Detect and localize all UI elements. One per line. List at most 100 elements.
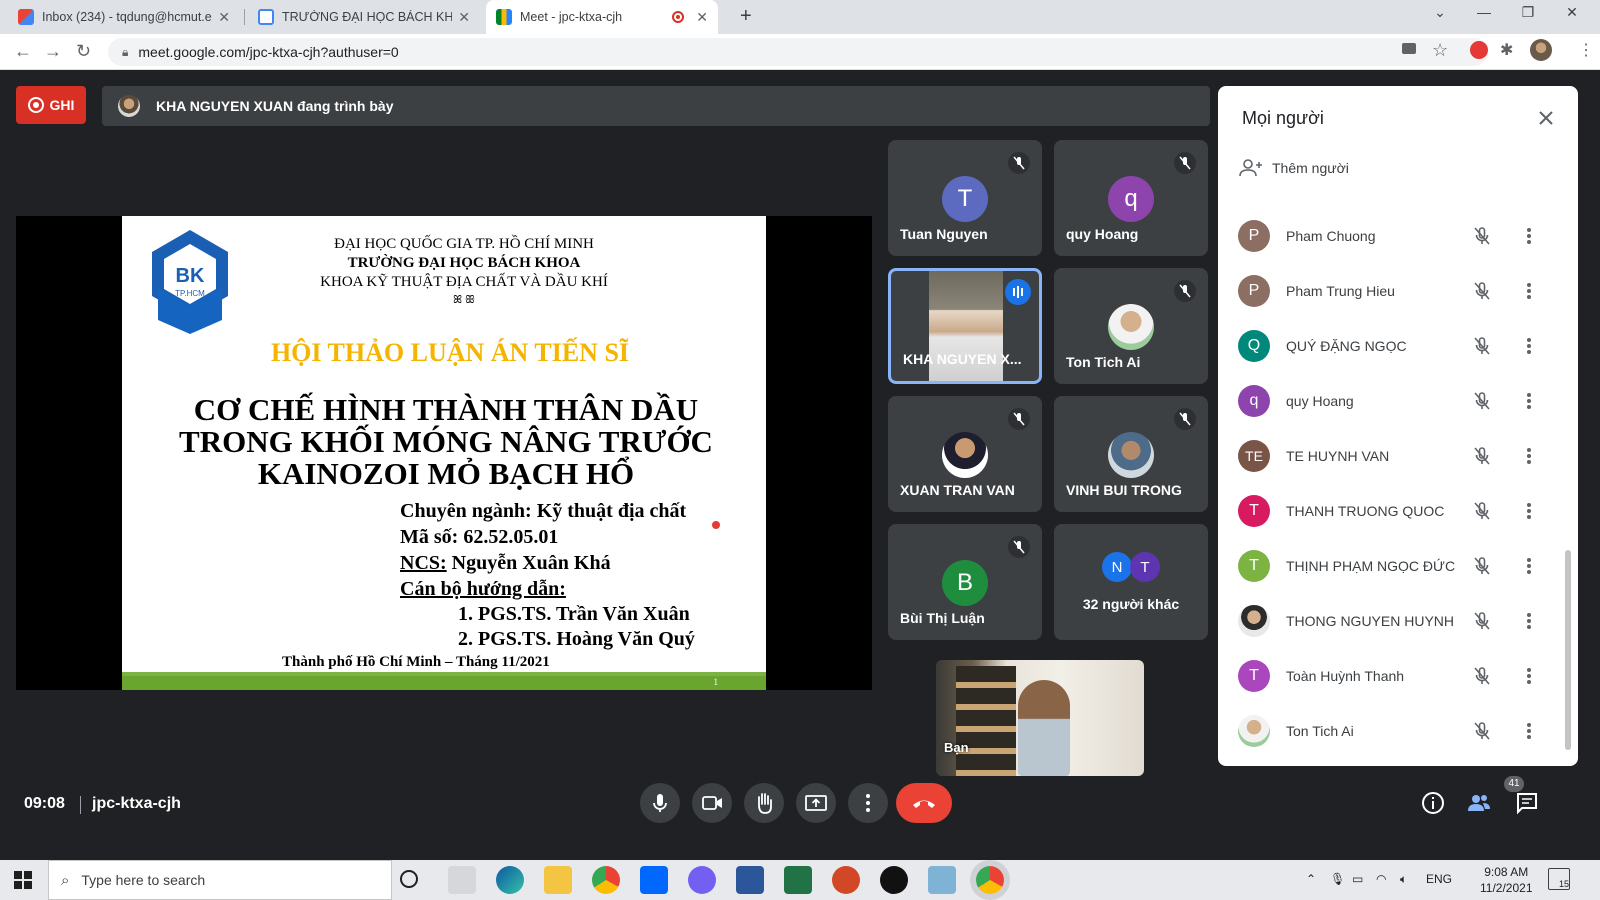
close-icon[interactable] [1534, 106, 1558, 130]
participant-list-item[interactable]: T Toàn Huỳnh Thanh [1218, 650, 1578, 705]
microphone-button[interactable] [640, 783, 680, 823]
window-close-icon[interactable]: ✕ [1552, 4, 1592, 21]
participant-avatar: T [1238, 550, 1270, 582]
notepad-icon[interactable] [928, 866, 956, 894]
profile-avatar[interactable] [1530, 39, 1552, 61]
scrollbar[interactable] [1565, 550, 1571, 750]
mic-off-icon[interactable] [1470, 609, 1494, 633]
close-icon[interactable]: ✕ [458, 9, 470, 26]
more-options-button[interactable] [848, 783, 888, 823]
people-icon[interactable] [1466, 790, 1492, 816]
participant-tile[interactable]: q quy Hoang [1054, 140, 1208, 256]
tab-calendar[interactable]: TRƯỜNG ĐẠI HỌC BÁCH KHOA ✕ [248, 0, 480, 34]
present-button[interactable] [796, 783, 836, 823]
language-indicator[interactable]: ENG [1426, 872, 1452, 886]
recording-button[interactable]: GHI [16, 86, 86, 124]
participant-tile[interactable]: XUAN TRAN VAN [888, 396, 1042, 512]
more-vert-icon[interactable] [1524, 224, 1534, 248]
tray-mic-icon[interactable]: 🎙︎ [1330, 872, 1345, 886]
file-explorer-icon[interactable] [544, 866, 572, 894]
chrome-active-icon[interactable] [976, 866, 1004, 894]
mic-off-icon[interactable] [1470, 719, 1494, 743]
taskbar-search-input[interactable]: ⌕ Type here to search [48, 860, 392, 900]
more-vert-icon[interactable] [1524, 389, 1534, 413]
more-vert-icon[interactable] [1524, 499, 1534, 523]
mic-off-icon[interactable] [1470, 389, 1494, 413]
info-icon[interactable] [1420, 790, 1446, 816]
participant-list-item[interactable]: T THỊNH PHẠM NGỌC ĐỨC [1218, 540, 1578, 595]
word-icon[interactable] [736, 866, 764, 894]
tab-gmail[interactable]: Inbox (234) - tqdung@hcmut.edu ✕ [8, 0, 240, 34]
participant-list-item[interactable]: P Pham Trung Hieu [1218, 265, 1578, 320]
divider [80, 796, 81, 814]
zalo-icon[interactable] [640, 866, 668, 894]
mic-off-icon[interactable] [1470, 224, 1494, 248]
raise-hand-button[interactable] [744, 783, 784, 823]
taskbar-clock[interactable]: 9:08 AM 11/2/2021 [1480, 864, 1533, 896]
camera-blocked-icon[interactable] [1402, 43, 1416, 54]
participant-list-item[interactable]: THONG NGUYEN HUYNH [1218, 595, 1578, 650]
reload-icon[interactable]: ↻ [76, 41, 91, 62]
more-vert-icon[interactable] [1524, 279, 1534, 303]
clock-date: 11/2/2021 [1480, 881, 1533, 895]
windows-start-icon[interactable] [14, 871, 32, 889]
notification-center-icon[interactable]: 15 [1548, 868, 1570, 890]
more-vert-icon[interactable] [1524, 554, 1534, 578]
bookmark-star-icon[interactable]: ☆ [1432, 40, 1448, 61]
mic-off-icon[interactable] [1470, 554, 1494, 578]
minimize-icon[interactable]: — [1464, 4, 1504, 20]
participant-tile[interactable]: B Bùi Thị Luận [888, 524, 1042, 640]
excel-icon[interactable] [784, 866, 812, 894]
forward-icon[interactable]: → [44, 41, 62, 62]
more-vert-icon[interactable] [1524, 444, 1534, 468]
participant-list-item[interactable]: P Pham Chuong [1218, 210, 1578, 265]
cortana-icon[interactable] [400, 870, 418, 888]
add-people-button[interactable]: Thêm người [1238, 158, 1349, 178]
more-vert-icon[interactable] [1524, 664, 1534, 688]
participant-tile[interactable]: VINH BUI TRONG [1054, 396, 1208, 512]
participant-avatar: Q [1238, 330, 1270, 362]
browser-menu-icon[interactable]: ⋮ [1578, 40, 1594, 60]
back-icon[interactable]: ← [14, 41, 32, 62]
tab-meet[interactable]: Meet - jpc-ktxa-cjh ✕ [486, 0, 718, 34]
participant-list-item[interactable]: Ton Tich Ai [1218, 705, 1578, 760]
more-vert-icon[interactable] [1524, 334, 1534, 358]
chat-icon[interactable] [1514, 790, 1540, 816]
participant-tile[interactable]: T Tuan Nguyen [888, 140, 1042, 256]
tab-label: Inbox (234) - tqdung@hcmut.edu [42, 10, 213, 24]
url-field[interactable]: 🔒︎ meet.google.com/jpc-ktxa-cjh?authuser… [108, 38, 1488, 66]
tiktok-icon[interactable] [880, 866, 908, 894]
adblock-icon[interactable] [1470, 41, 1488, 59]
more-vert-icon[interactable] [1524, 609, 1534, 633]
mic-off-icon[interactable] [1470, 664, 1494, 688]
tray-chevron-icon[interactable]: ⌃ [1306, 872, 1316, 886]
wifi-icon[interactable]: ◠ [1376, 872, 1386, 886]
mic-off-icon[interactable] [1470, 334, 1494, 358]
camera-button[interactable] [692, 783, 732, 823]
participant-tile-active-speaker[interactable]: KHA NGUYEN X... [888, 268, 1042, 384]
participant-list-item[interactable]: q quy Hoang [1218, 375, 1578, 430]
more-participants-tile[interactable]: N T 32 người khác [1054, 524, 1208, 640]
mic-off-icon[interactable] [1470, 279, 1494, 303]
participant-list-item[interactable]: T THANH TRUONG QUOC [1218, 485, 1578, 540]
new-tab-button[interactable]: + [740, 5, 752, 28]
participant-list-item[interactable]: TE TE HUYNH VAN [1218, 430, 1578, 485]
participant-tile[interactable]: Ton Tich Ai [1054, 268, 1208, 384]
end-call-button[interactable] [896, 783, 952, 823]
close-icon[interactable]: ✕ [696, 9, 708, 26]
mic-off-icon[interactable] [1470, 444, 1494, 468]
edge-icon[interactable] [496, 866, 524, 894]
more-vert-icon[interactable] [1524, 719, 1534, 743]
close-icon[interactable]: ✕ [218, 9, 230, 26]
tab-search-icon[interactable]: ⌄ [1420, 4, 1460, 21]
extensions-icon[interactable]: ✱ [1500, 40, 1513, 60]
task-view-icon[interactable] [448, 866, 476, 894]
maximize-icon[interactable]: ❐ [1508, 4, 1548, 21]
volume-icon[interactable]: 🔈︎ [1400, 872, 1407, 887]
battery-icon[interactable]: ▭ [1352, 872, 1363, 886]
mic-off-icon[interactable] [1470, 499, 1494, 523]
chrome-icon[interactable] [592, 866, 620, 894]
viber-icon[interactable] [688, 866, 716, 894]
powerpoint-icon[interactable] [832, 866, 860, 894]
participant-list-item[interactable]: Q QUÝ ĐẶNG NGỌC [1218, 320, 1578, 375]
